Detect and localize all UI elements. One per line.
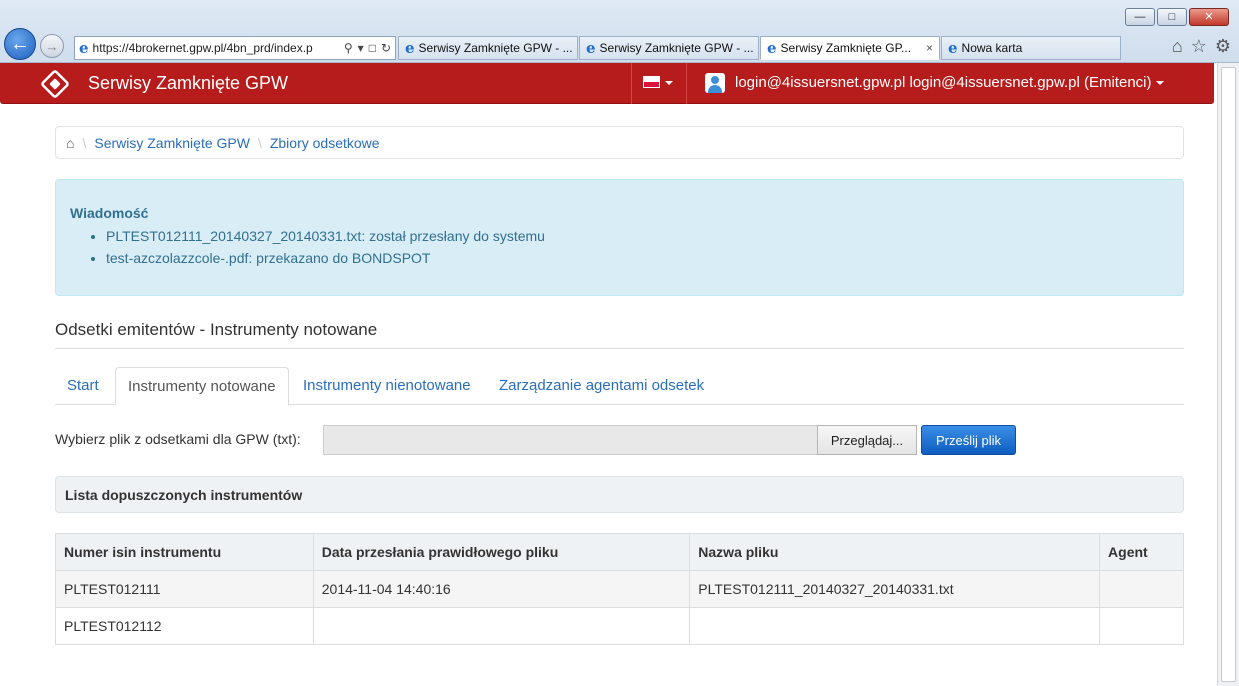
search-icon[interactable]: ⚲: [344, 41, 353, 55]
gpw-logo-icon[interactable]: [39, 68, 71, 100]
tab-instrumenty-nienotowane[interactable]: Instrumenty nienotowane: [291, 367, 483, 405]
browser-tab-3[interactable]: e Serwisy Zamknięte GP... ×: [760, 36, 940, 60]
ie-icon: e: [948, 39, 958, 57]
browser-tab-1[interactable]: e Serwisy Zamknięte GPW - ...: [398, 36, 578, 60]
navbar-divider: [631, 63, 632, 104]
alert-message: PLTEST012111_20140327_20140331.txt: zost…: [106, 225, 545, 247]
cell-agent: [1099, 570, 1184, 608]
alert-message: test-azczolazzcole-.pdf: przekazano do B…: [106, 247, 545, 269]
column-header-agent[interactable]: Agent: [1099, 533, 1184, 571]
dropdown-icon[interactable]: ▾: [358, 41, 364, 55]
tab-start[interactable]: Start: [55, 367, 111, 405]
close-window-button[interactable]: ✕: [1189, 8, 1229, 26]
gear-icon[interactable]: ⚙: [1215, 36, 1231, 57]
table-header-row: Numer isin instrumentu Data przesłania p…: [55, 533, 1184, 571]
breadcrumb-separator: \: [257, 134, 262, 151]
column-header-isin[interactable]: Numer isin instrumentu: [55, 533, 314, 571]
info-alert: Wiadomość PLTEST012111_20140327_20140331…: [55, 179, 1184, 296]
close-tab-icon[interactable]: ×: [920, 41, 933, 55]
cell-isin: PLTEST012111: [55, 570, 314, 608]
browser-tab-label: Serwisy Zamknięte GPW - ...: [599, 41, 754, 55]
user-menu[interactable]: login@4issuersnet.gpw.pl login@4issuersn…: [735, 74, 1164, 91]
table-row[interactable]: PLTEST012112: [55, 607, 1184, 645]
alert-title: Wiadomość: [70, 205, 149, 221]
lock-icon[interactable]: □: [369, 41, 376, 55]
column-header-filename[interactable]: Nazwa pliku: [689, 533, 1101, 571]
back-arrow-icon[interactable]: ←: [4, 28, 36, 60]
home-icon[interactable]: ⌂: [1172, 36, 1183, 57]
cell-date: [312, 607, 691, 645]
browse-button[interactable]: Przeglądaj...: [817, 425, 917, 455]
ie-icon: e: [586, 39, 596, 57]
language-caret-icon[interactable]: [665, 81, 673, 85]
brand-name[interactable]: Serwisy Zamknięte GPW: [88, 73, 288, 94]
address-url[interactable]: https://4brokernet.gpw.pl/4bn_prd/index.…: [93, 41, 340, 55]
vertical-scrollbar[interactable]: [1217, 63, 1239, 686]
user-icon[interactable]: [705, 73, 725, 93]
browser-tab-label: Serwisy Zamknięte GP...: [780, 41, 912, 55]
user-menu-label: login@4issuersnet.gpw.pl login@4issuersn…: [735, 74, 1152, 91]
table-row[interactable]: PLTEST012111 2014-11-04 14:40:16 PLTEST0…: [55, 570, 1184, 608]
tab-zarzadzanie-agentami[interactable]: Zarządzanie agentami odsetek: [487, 367, 716, 405]
address-icons: ⚲ ▾ □ ↻: [340, 41, 391, 55]
file-path-field[interactable]: [323, 425, 818, 455]
alert-messages: PLTEST012111_20140327_20140331.txt: zost…: [92, 225, 545, 269]
browser-toolbar-icons: ⌂ ☆ ⚙: [1172, 36, 1231, 57]
upload-label: Wybierz plik z odsetkami dla GPW (txt):: [55, 431, 301, 447]
ie-icon: e: [767, 39, 777, 57]
app-navbar: Serwisy Zamknięte GPW login@4issuersnet.…: [0, 63, 1214, 104]
ie-icon: e: [79, 39, 89, 57]
panel-heading: Lista dopuszczonych instrumentów: [55, 476, 1184, 513]
refresh-icon[interactable]: ↻: [381, 41, 391, 55]
section-divider: [55, 348, 1184, 349]
breadcrumb-item-zbiory[interactable]: Zbiory odsetkowe: [270, 135, 380, 151]
minimize-button[interactable]: —: [1125, 8, 1155, 26]
cell-isin: PLTEST012112: [55, 607, 314, 645]
browser-tab-new[interactable]: e Nowa karta: [941, 36, 1121, 60]
cell-filename: [689, 607, 1101, 645]
breadcrumb: ⌂ \ Serwisy Zamknięte GPW \ Zbiory odset…: [55, 126, 1184, 159]
scrollbar-thumb[interactable]: [1221, 67, 1236, 682]
flag-pl-icon[interactable]: [643, 76, 660, 88]
window-controls: — □ ✕: [1125, 8, 1229, 26]
cell-agent: [1099, 607, 1184, 645]
instruments-table: Numer isin instrumentu Data przesłania p…: [55, 533, 1184, 645]
home-icon[interactable]: ⌂: [66, 135, 74, 151]
column-header-date[interactable]: Data przesłania prawidłowego pliku: [312, 533, 691, 571]
upload-file-button[interactable]: Prześlij plik: [921, 425, 1016, 455]
user-caret-icon: [1155, 81, 1164, 86]
maximize-button[interactable]: □: [1157, 8, 1187, 26]
browser-tab-label: Nowa karta: [961, 41, 1023, 55]
browser-tab-2[interactable]: e Serwisy Zamknięte GPW - ...: [579, 36, 759, 60]
breadcrumb-separator: \: [82, 134, 87, 151]
star-icon[interactable]: ☆: [1191, 36, 1207, 57]
cell-filename: PLTEST012111_20140327_20140331.txt: [689, 570, 1101, 608]
navbar-divider: [686, 63, 687, 104]
forward-arrow-icon[interactable]: →: [40, 34, 64, 58]
ie-icon: e: [405, 39, 415, 57]
tab-instrumenty-notowane[interactable]: Instrumenty notowane: [115, 367, 289, 406]
page-title: Odsetki emitentów - Instrumenty notowane: [55, 320, 378, 339]
section-tabs: Start Instrumenty notowane Instrumenty n…: [55, 367, 1184, 406]
address-bar[interactable]: e https://4brokernet.gpw.pl/4bn_prd/inde…: [74, 36, 396, 60]
breadcrumb-item-serwisy[interactable]: Serwisy Zamknięte GPW: [94, 135, 250, 151]
cell-date: 2014-11-04 14:40:16: [312, 570, 691, 608]
browser-tab-label: Serwisy Zamknięte GPW - ...: [418, 41, 573, 55]
browser-chrome: — □ ✕ ← → e https://4brokernet.gpw.pl/4b…: [0, 0, 1239, 63]
